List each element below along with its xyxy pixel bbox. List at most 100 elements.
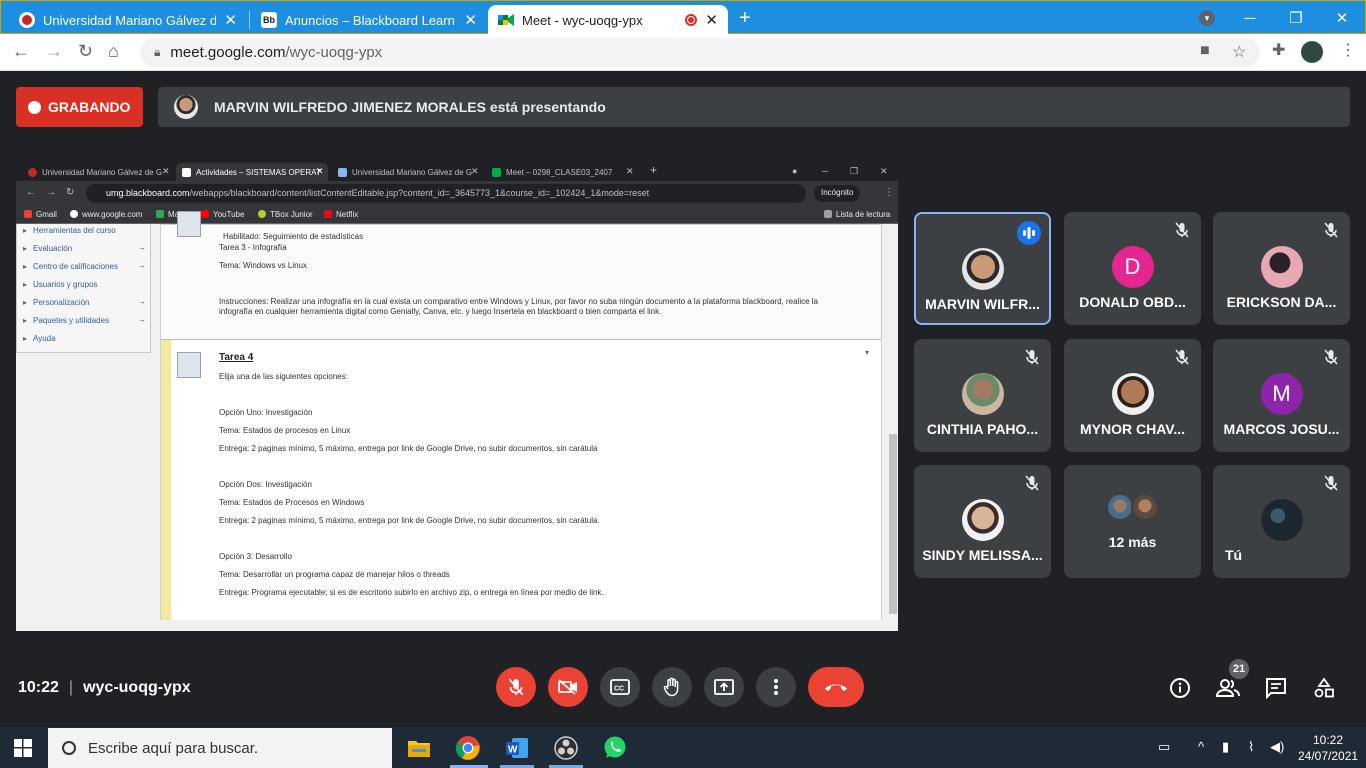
participant-tile[interactable]: ERICKSON DA...: [1213, 212, 1350, 325]
back-icon[interactable]: ←: [12, 41, 30, 62]
extensions-icon[interactable]: ✚: [1272, 40, 1285, 60]
people-button[interactable]: [1215, 677, 1241, 704]
close-window-icon[interactable]: ✕: [1319, 9, 1365, 27]
whatsapp-icon[interactable]: [602, 735, 628, 761]
leave-call-button[interactable]: [808, 667, 864, 707]
item-text: Tarea 3 - Infografía: [219, 243, 287, 252]
participant-avatar: [1260, 246, 1303, 288]
item-title: Tarea 4: [219, 352, 254, 363]
bookmark-label: Gmail: [36, 210, 57, 219]
browser-menu-icon[interactable]: ⋮: [1340, 40, 1356, 60]
present-screen-button[interactable]: [704, 667, 744, 707]
participant-tile[interactable]: D DONALD OBD...: [1064, 212, 1201, 325]
tab-search-icon[interactable]: ▾: [1199, 10, 1215, 26]
mic-toggle-button[interactable]: [496, 667, 536, 707]
close-tab-icon[interactable]: ✕: [224, 11, 237, 29]
word-icon[interactable]: W: [504, 735, 530, 761]
meeting-code: wyc-uoqg-ypx: [83, 679, 191, 696]
file-explorer-icon[interactable]: [406, 735, 432, 761]
tab-title: Anuncios – Blackboard Learn: [285, 12, 455, 28]
minimize-icon[interactable]: ─: [1227, 10, 1273, 27]
camera-toggle-button[interactable]: [548, 667, 588, 707]
meeting-details-button[interactable]: [1169, 677, 1191, 704]
participant-tile[interactable]: MYNOR CHAV...: [1064, 339, 1201, 452]
window-controls: ─ ❐ ✕: [1227, 1, 1365, 35]
participant-name: CINTHIA PAHO...: [926, 421, 1039, 437]
participant-name: Tú: [1225, 547, 1243, 563]
menu-item: Usuarios y grupos: [23, 280, 97, 289]
close-tab-icon[interactable]: ✕: [705, 11, 718, 29]
bookmark-youtube: YouTube: [201, 210, 244, 219]
close-window-icon: ✕: [880, 166, 888, 176]
chrome-icon[interactable]: [455, 735, 481, 761]
network-icon[interactable]: ⌇: [1248, 739, 1254, 755]
recording-indicator-icon: [685, 14, 698, 26]
more-options-button[interactable]: [756, 667, 796, 707]
arrow-icon: →: [138, 297, 146, 306]
lock-icon: 🔒︎: [154, 45, 161, 59]
participant-avatar: [1131, 493, 1159, 521]
chat-button[interactable]: [1265, 677, 1287, 704]
windows-start-button[interactable]: [14, 739, 32, 762]
participant-tile[interactable]: M MARCOS JOSU...: [1213, 339, 1350, 452]
presenter-avatar: [174, 95, 198, 119]
record-dot-icon: [28, 100, 41, 114]
close-tab-icon[interactable]: ✕: [464, 11, 477, 29]
self-tile[interactable]: Tú: [1213, 465, 1350, 578]
assignment-icon: [177, 352, 201, 378]
system-clock[interactable]: 10:22 24/07/2021: [1298, 732, 1358, 764]
shared-bookmarks-bar: Gmail www.google.com Maps YouTube TBox J…: [16, 206, 898, 224]
restore-icon[interactable]: ❐: [1273, 9, 1319, 27]
more-vert-icon: [774, 679, 778, 695]
raise-hand-button[interactable]: [652, 667, 692, 707]
address-bar[interactable]: 🔒︎ meet.google.com/wyc-uoqg-ypx: [140, 38, 1260, 67]
participant-tile[interactable]: SINDY MELISSA...: [914, 465, 1051, 578]
item-text: infografía en cualquier herramienta digi…: [219, 307, 662, 316]
forward-icon[interactable]: →: [45, 41, 63, 62]
mic-off-icon: [1320, 219, 1342, 241]
participant-name: MYNOR CHAV...: [1079, 421, 1185, 437]
presenting-text: MARVIN WILFREDO JIMENEZ MORALES está pre…: [214, 99, 606, 115]
bookmark-star-icon[interactable]: ☆: [1232, 42, 1246, 62]
more-participants-tile[interactable]: 12 más: [1064, 465, 1201, 578]
profile-avatar[interactable]: [1301, 41, 1323, 63]
browser-toolbar: ← → ↻ ⌂ 🔒︎ meet.google.com/wyc-uoqg-ypx …: [0, 34, 1366, 71]
reading-list: Lista de lectura: [824, 210, 890, 219]
browser-tab-meet[interactable]: Meet - wyc-uoqg-ypx ✕: [488, 5, 728, 35]
shared-tab: Meet – 0298_CLASE03_2407: [486, 163, 624, 181]
activities-button[interactable]: [1313, 677, 1335, 704]
participant-avatar: [1260, 499, 1303, 541]
reload-icon[interactable]: ↻: [78, 41, 93, 62]
course-menu: Herramientas del curso Evaluación → Centr…: [16, 224, 151, 353]
item-text: Entrega: Programa ejecutable; si es de e…: [219, 588, 604, 597]
shared-tab-title: Universidad Mariano Gálvez de G: [42, 167, 163, 177]
mic-off-icon: [508, 678, 524, 696]
touch-keyboard-icon[interactable]: ▭: [1158, 739, 1170, 755]
camera-in-use-icon[interactable]: ■: [1200, 42, 1210, 60]
captions-button[interactable]: CC: [600, 667, 640, 707]
new-tab-icon[interactable]: +: [739, 7, 751, 30]
item-text: Tema: Estados de procesos en Linux: [219, 426, 351, 435]
browser-tab-umg[interactable]: Universidad Mariano Gálvez de G ✕: [9, 5, 247, 35]
browser-tab-blackboard[interactable]: Bb Anuncios – Blackboard Learn ✕: [251, 5, 487, 35]
arrow-icon: →: [138, 243, 146, 252]
shared-scrollbar: [888, 224, 898, 631]
participant-tile[interactable]: MARVIN WILFR...: [914, 212, 1051, 325]
incognito-badge: Incógnito: [814, 185, 861, 202]
item-text: Tema: Windows vs Linux: [219, 261, 308, 270]
item-text: Opción 3: Desarrollo: [219, 552, 292, 561]
search-placeholder: Escribe aquí para buscar.: [88, 739, 259, 757]
obs-icon[interactable]: [553, 735, 579, 761]
show-hidden-icons-icon[interactable]: ^: [1198, 739, 1204, 754]
home-icon[interactable]: ⌂: [108, 41, 119, 62]
battery-icon[interactable]: ▮: [1222, 739, 1229, 755]
taskbar-search[interactable]: Escribe aquí para buscar.: [48, 728, 392, 768]
menu-item: Herramientas del curso: [23, 226, 116, 235]
volume-icon[interactable]: ◀): [1270, 739, 1284, 755]
participant-tile[interactable]: CINTHIA PAHO...: [914, 339, 1051, 452]
item-text: Opción Dos: Investigación: [219, 480, 312, 489]
close-tab-icon: ✕: [316, 166, 324, 176]
shared-tab: Universidad Mariano Gálvez de G: [332, 163, 478, 181]
windows-logo-icon: [14, 739, 32, 757]
close-tab-icon: ✕: [162, 166, 170, 176]
